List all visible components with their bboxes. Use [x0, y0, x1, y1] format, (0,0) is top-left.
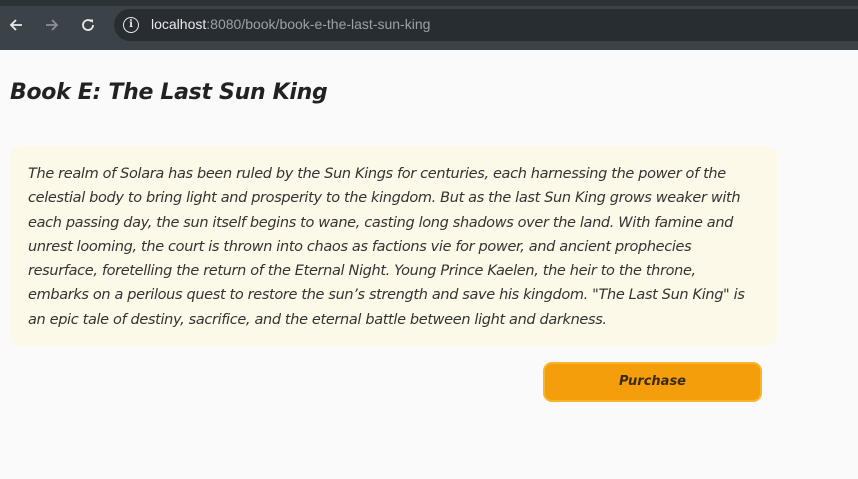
reload-icon [80, 18, 96, 38]
page-title: Book E: The Last Sun King [10, 80, 328, 105]
url-text: localhost:8080/book/book-e-the-last-sun-… [151, 16, 430, 32]
book-description: The realm of Solara has been ruled by th… [28, 166, 745, 328]
tab-strip [0, 0, 858, 6]
address-bar[interactable]: i localhost:8080/book/book-e-the-last-su… [114, 9, 858, 41]
info-icon[interactable]: i [123, 17, 139, 33]
url-path: :8080/book/book-e-the-last-sun-king [206, 16, 431, 32]
back-button[interactable] [4, 13, 28, 37]
url-host: localhost [151, 16, 207, 32]
browser-toolbar: i localhost:8080/book/book-e-the-last-su… [0, 0, 858, 50]
book-description-box: The realm of Solara has been ruled by th… [10, 146, 777, 346]
forward-button[interactable] [40, 13, 64, 37]
reload-button[interactable] [76, 13, 100, 37]
arrow-right-icon [44, 18, 60, 38]
arrow-left-icon [8, 18, 24, 38]
purchase-button[interactable]: Purchase [543, 362, 762, 402]
